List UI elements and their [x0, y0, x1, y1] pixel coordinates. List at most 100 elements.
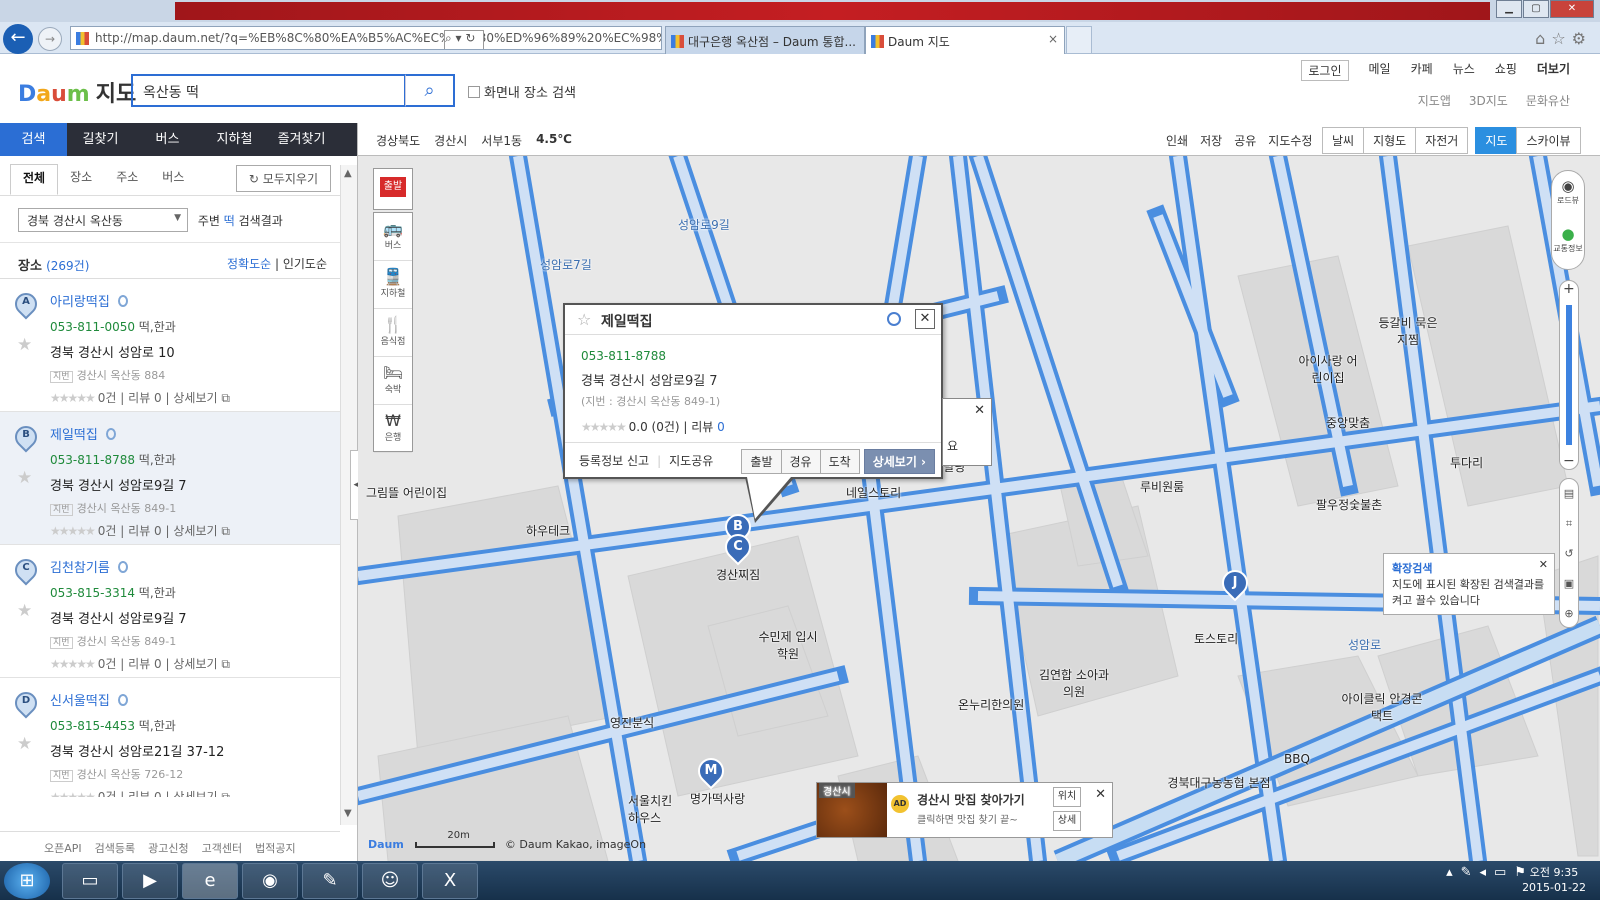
- extended-search-icon[interactable]: ▣: [1560, 569, 1578, 599]
- maximize-button[interactable]: ▢: [1523, 0, 1549, 18]
- browser-toolbar-icons[interactable]: ⌂☆⚙: [1535, 29, 1592, 48]
- detail-button[interactable]: 상세보기 ›: [863, 449, 935, 474]
- place-phone[interactable]: 053-811-8788 떡,한과: [50, 451, 357, 468]
- terrain-toggle[interactable]: 지형도: [1363, 127, 1417, 154]
- crumb-dong[interactable]: 서부1동: [481, 132, 522, 149]
- list-item[interactable]: B ★ 제일떡집 053-811-8788 떡,한과 경북 경산시 성암로9길 7 지번 경…: [0, 412, 357, 545]
- browser-tab-1[interactable]: 대구은행 옥산점 – Daum 통합...: [665, 26, 865, 54]
- map-label[interactable]: 등갈비 묵은지찜: [1378, 314, 1438, 348]
- lodging-button[interactable]: 🛏 숙박: [374, 357, 412, 405]
- route-start-button[interactable]: 출발: [741, 449, 782, 474]
- zoom-track[interactable]: [1566, 305, 1572, 445]
- detail-link[interactable]: 상세보기: [173, 657, 217, 671]
- place-name[interactable]: 김천참기름: [50, 557, 357, 576]
- bicycle-toggle[interactable]: 자전거: [1415, 127, 1469, 154]
- list-item[interactable]: C ★ 김천참기름 053-815-3314 떡,한과 경북 경산시 성암로9길 7 지번…: [0, 545, 357, 678]
- footer-link[interactable]: 법적공지: [255, 840, 295, 861]
- map-label[interactable]: 명가떡사랑: [690, 790, 745, 807]
- map-app-link[interactable]: 지도앱: [1418, 92, 1451, 109]
- place-phone[interactable]: 053-815-4453 떡,한과: [50, 717, 357, 734]
- tab-search[interactable]: 검색: [0, 123, 67, 156]
- clear-all-button[interactable]: ↻ 모두지우기: [235, 165, 331, 192]
- save-button[interactable]: 저장: [1200, 132, 1222, 149]
- pin-icon[interactable]: D: [10, 687, 42, 720]
- explorer-taskbar-icon[interactable]: ▭: [62, 863, 118, 899]
- map-label[interactable]: 아이사랑 어린이집: [1298, 352, 1358, 386]
- locate-icon[interactable]: ⊕: [1560, 599, 1578, 629]
- tab-bus[interactable]: 버스: [134, 123, 201, 156]
- tab-subway[interactable]: 지하철: [201, 123, 268, 156]
- zoom-slider[interactable]: + −: [1559, 280, 1579, 470]
- star-icon[interactable]: ★: [17, 734, 32, 754]
- map-canvas[interactable]: 그림뜰 어린이집 하우테크 경산찌짐 네일스토리 수민제 입시학원 영진분식 서…: [358, 156, 1600, 861]
- subtab-bus[interactable]: 버스: [150, 164, 196, 195]
- roadview-icon[interactable]: [117, 561, 128, 573]
- share-button[interactable]: 공유: [1234, 132, 1256, 149]
- map-label[interactable]: 루비원룸: [1140, 478, 1184, 495]
- share-map-link[interactable]: 지도공유: [669, 454, 713, 468]
- list-item[interactable]: A ★ 아리랑떡집 053-811-0050 떡,한과 경북 경산시 성암로 10 지번 경…: [0, 279, 357, 412]
- zoom-in-icon[interactable]: +: [1563, 281, 1575, 297]
- media-taskbar-icon[interactable]: ▶: [122, 863, 178, 899]
- star-icon[interactable]: ★: [17, 468, 32, 488]
- close-icon[interactable]: ✕: [1095, 787, 1106, 802]
- pin-icon[interactable]: B: [10, 421, 42, 454]
- star-icon[interactable]: ★: [17, 335, 32, 355]
- map-label[interactable]: 김연합 소아과의원: [1038, 666, 1110, 700]
- close-icon[interactable]: ✕: [1539, 558, 1548, 571]
- region-select[interactable]: 경북 경산시 옥산동 ▼: [18, 208, 188, 232]
- minimize-button[interactable]: ▁: [1496, 0, 1522, 18]
- pin-icon[interactable]: C: [10, 554, 42, 587]
- map-marker-c[interactable]: C: [719, 528, 757, 566]
- sort-accuracy[interactable]: 정확도순: [227, 257, 271, 271]
- map-marker-m[interactable]: M: [692, 752, 730, 790]
- area-search-checkbox[interactable]: 화면내 장소 검색: [468, 82, 576, 101]
- map-label[interactable]: 온누리한의원: [958, 696, 1024, 713]
- crumb-province[interactable]: 경상북도: [376, 132, 420, 149]
- place-name[interactable]: 신서울떡집: [50, 690, 357, 709]
- star-icon[interactable]: ☆: [577, 310, 591, 329]
- daum-logo[interactable]: Daum 지도: [18, 76, 136, 108]
- search-refresh-icon[interactable]: ⌕ ▾ ↻: [444, 30, 484, 49]
- roadview-icon[interactable]: [117, 694, 128, 706]
- weather-toggle[interactable]: 날씨: [1322, 127, 1365, 154]
- map-label[interactable]: 네일스토리: [846, 484, 901, 501]
- system-clock[interactable]: 오전 9:35 2015-01-22: [1522, 865, 1586, 895]
- bus-button[interactable]: 🚌 버스: [374, 213, 412, 261]
- cafe-link[interactable]: 카페: [1411, 60, 1433, 81]
- subtab-all[interactable]: 전체: [10, 164, 59, 195]
- system-tray[interactable]: ▴✎◂▭⚑: [1446, 865, 1534, 880]
- footer-link[interactable]: 광고신청: [148, 840, 188, 861]
- back-button[interactable]: ←: [3, 24, 33, 54]
- heritage-link[interactable]: 문화유산: [1526, 92, 1570, 109]
- roadview-icon[interactable]: [117, 295, 128, 307]
- roadview-icon[interactable]: [887, 312, 901, 326]
- area-icon[interactable]: ⌗: [1560, 509, 1578, 539]
- star-icon[interactable]: ★: [17, 601, 32, 621]
- ie-taskbar-icon[interactable]: e: [182, 863, 238, 899]
- route-via-button[interactable]: 경유: [780, 449, 821, 474]
- new-tab-button[interactable]: [1066, 26, 1092, 54]
- news-link[interactable]: 뉴스: [1453, 60, 1475, 81]
- map-label[interactable]: BBQ: [1284, 752, 1310, 766]
- roadview-button[interactable]: ◉ 로드뷰: [1552, 171, 1584, 219]
- scroll-down-icon[interactable]: ▼: [344, 808, 352, 819]
- ad-title[interactable]: 경산시 맛집 찾아가기: [917, 791, 1025, 808]
- ad-banner[interactable]: 경산시 AD 경산시 맛집 찾아가기 클릭하면 맛집 찾기 끝~ 위치 상세 ✕: [816, 782, 1113, 838]
- list-item[interactable]: D ★ 신서울떡집 053-815-4453 떡,한과 경북 경산시 성암로21길 37…: [0, 678, 357, 797]
- print-button[interactable]: 인쇄: [1166, 132, 1188, 149]
- subway-button[interactable]: 🚆 지하철: [374, 261, 412, 309]
- search-input[interactable]: 옥산동 떡: [131, 74, 406, 107]
- roadview-icon[interactable]: [105, 428, 116, 440]
- start-button[interactable]: ⊞: [4, 863, 50, 899]
- sort-popular[interactable]: 인기도순: [283, 257, 327, 271]
- subtab-place[interactable]: 장소: [58, 164, 104, 195]
- skyview-button[interactable]: 스카이뷰: [1516, 127, 1581, 154]
- checkbox-icon[interactable]: [468, 86, 480, 98]
- app-taskbar-icon[interactable]: ✎: [302, 863, 358, 899]
- report-link[interactable]: 등록정보 신고: [579, 454, 649, 468]
- scroll-up-icon[interactable]: ▲: [344, 168, 352, 179]
- close-icon[interactable]: ✕: [974, 403, 985, 418]
- restaurant-button[interactable]: 🍴 음식점: [374, 309, 412, 357]
- crumb-city[interactable]: 경산시: [434, 132, 467, 149]
